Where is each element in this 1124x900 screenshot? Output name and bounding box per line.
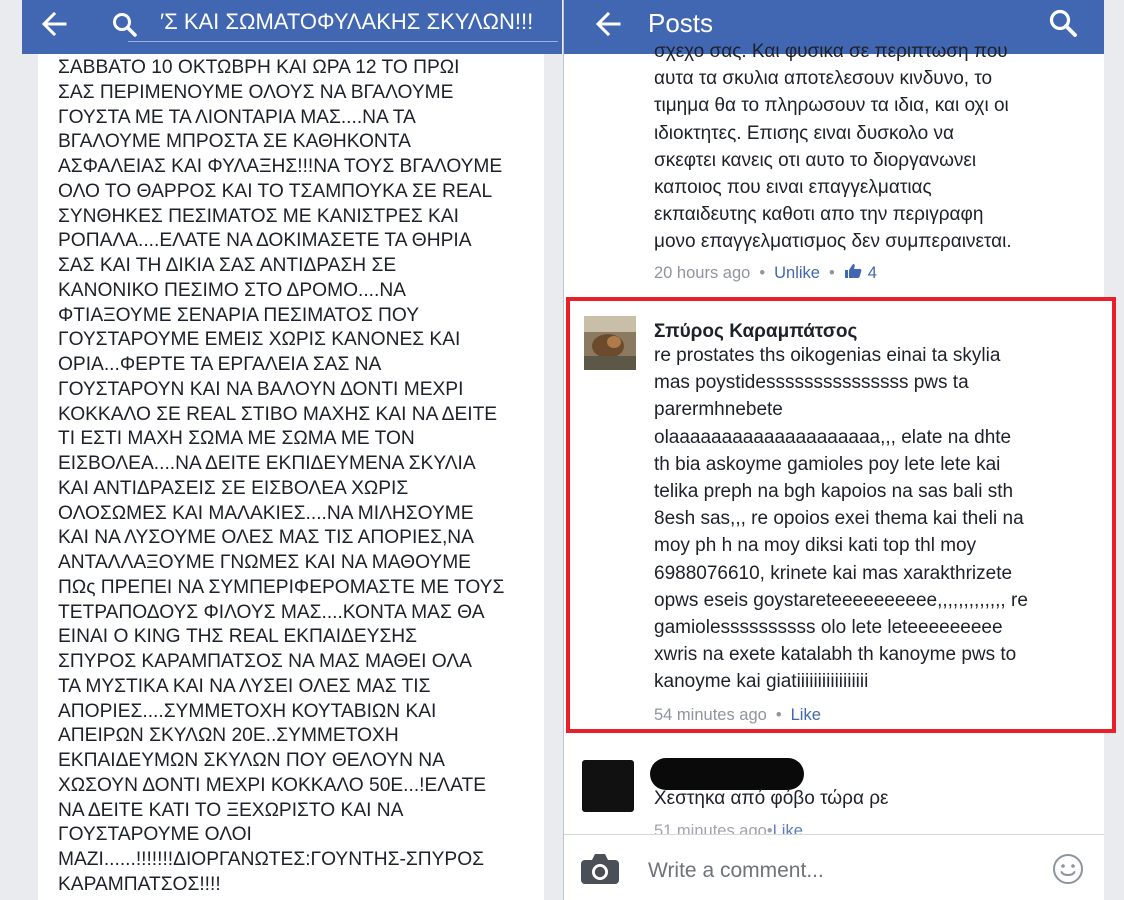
- text-line: ΑΣΦΑΛΕΙΑΣ ΚΑΙ ΦΥΛΑΞΗΣ!!!ΝΑ ΤΟΥΣ ΒΓΑΛΟΥΜΕ: [58, 156, 503, 177]
- camera-icon[interactable]: [580, 853, 620, 890]
- text-line: gamiolessssssssss olo lete leteeeeeeeee: [654, 617, 1003, 638]
- comment-composer: Write a comment...: [564, 834, 1104, 900]
- text-line: opws eseis goystareteeeeeeeeee,,,,,,,,,,…: [654, 589, 1028, 611]
- search-underline: [128, 41, 558, 42]
- like-link[interactable]: Like: [791, 706, 821, 724]
- text-line: mas poystidesssssssssssssss pws ta: [654, 372, 969, 394]
- text-line: ΚΑΡΑΜΠΑΤΣΟΣ!!!!: [58, 873, 221, 895]
- text-line: ΚΑΙ ΝΑ ΛΥΣΟΥΜΕ ΟΛΕΣ ΜΑΣ ΤΙΣ ΑΠΟΡΙΕΣ,ΝΑ: [58, 527, 474, 549]
- text-line: ΝΑ ΔΕΙΤΕ ΚΑΤΙ ΤΟ ΞΕΧΩΡΙΣΤΟ ΚΑΙ ΝΑ: [58, 799, 404, 821]
- text-line: ΡΟΠΑΛΑ....ΕΛΑΤΕ ΝΑ ΔΟΚΙΜΑΣΕΤΕ ΤΑ ΘΗΡΙΑ: [58, 230, 472, 252]
- text-line: ΑΝΤΑΛΛΑΞΟΥΜΕ ΓΝΩΜΕΣ ΚΑΙ ΝΑ ΜΑΘΟΥΜΕ: [58, 552, 471, 573]
- comment-2-time: 54 minutes ago: [654, 706, 767, 724]
- back-arrow-icon[interactable]: [594, 10, 622, 44]
- emoji-icon[interactable]: [1052, 853, 1084, 890]
- text-line: ΓΟΥΣΤΑΡΟΥΝ ΚΑΙ ΝΑ ΒΑΛΟΥΝ ΔΟΝΤΙ ΜΕΧΡΙ: [58, 378, 464, 400]
- text-line: καποιος που ειναι επαγγελματιας: [654, 177, 932, 198]
- text-line: ΜΑΖΙ......!!!!!!!ΔΙΟΡΓΑΝΩΤΕΣ:ΓΟΥΝΤΗΣ-ΣΠΥ…: [58, 849, 484, 870]
- text-line: telika preph na bgh kapoios na sas bali …: [654, 481, 1014, 502]
- thumbs-up-icon: [844, 264, 862, 278]
- text-line: moy ph h na moy diksi kati top thl moy: [654, 535, 977, 557]
- text-line: ΕΙΝΑΙ Ο KING ΤΗΣ REAL ΕΚΠΑΙΔΕΥΣΗΣ: [58, 626, 418, 648]
- text-line: ΓΟΥΣΤΑΡΟΥΜΕ ΟΛΟΙ: [58, 824, 252, 846]
- text-line: ΣΑΣ ΚΑΙ ΤΗ ΔΙΚΙΑ ΣΑΣ ΑΝΤΙΔΡΑΣΗ ΣΕ: [58, 255, 397, 276]
- right-screen: Posts σχεχο σας. Και φυσικα σε περιπτωση…: [564, 0, 1124, 900]
- text-line: 8esh sas,,, re opoios exei thema kai the…: [654, 508, 1024, 530]
- text-line: ΟΛΟΣΩΜΕΣ ΚΑΙ ΜΑΛΑΚΙΕΣ....ΝΑ ΜΙΛΗΣΟΥΜΕ: [58, 502, 474, 524]
- text-line: ΣΥΝΘΗΚΕΣ ΠΕΣΙΜΑΤΟΣ ΜΕ ΚΑΝΙΣΤΡΕΣ ΚΑΙ: [58, 205, 459, 227]
- comment-1-time: 20 hours ago: [654, 264, 751, 282]
- text-line: ΣΑΣ ΠΕΡΙΜΕΝΟΥΜΕ ΟΛΟΥΣ ΝΑ ΒΓΑΛΟΥΜΕ: [58, 81, 454, 103]
- text-line: ΠΩς ΠΡΕΠΕΙ ΝΑ ΣΥΜΠΕΡΙΦΕΡΟΜΑΣΤΕ ΜΕ ΤΟΥΣ: [58, 576, 505, 598]
- text-line: th bia askoyme gamioles poy lete lete ka…: [654, 453, 1001, 475]
- back-arrow-icon[interactable]: [40, 10, 68, 44]
- text-line: kanoyme kai giatiiiiiiiiiiiiiiiii: [654, 671, 869, 693]
- comment-2-meta: 54 minutes ago • Like: [654, 706, 821, 724]
- text-line: ΑΠΟΡΙΕΣ....ΣΥΜΜΕΤΟΧΗ ΚΟΥΤΑΒΙΩΝ ΚΑΙ: [58, 700, 437, 722]
- search-icon[interactable]: [1048, 8, 1078, 43]
- search-header: ′Σ ΚΑΙ ΣΩΜΑΤΟΦΥΛΑΚΗΣ ΣΚΥΛΩΝ!!!: [22, 0, 562, 54]
- text-line: ΚΟΚΚΑΛΟ ΣΕ REAL ΣΤΙΒΟ ΜΑΧΗΣ ΚΑΙ ΝΑ ΔΕΙΤΕ: [58, 403, 498, 425]
- text-line: ΦΤΙΑΞΟΥΜΕ ΣΕΝΑΡΙΑ ΠΕΣΙΜΑΤΟΣ ΠΟΥ: [58, 304, 420, 326]
- text-line: ΤΑ ΜΥΣΤΙΚΑ ΚΑΙ ΝΑ ΛΥΣΕΙ ΟΛΕΣ ΜΑΣ ΤΙΣ: [58, 675, 431, 697]
- search-icon[interactable]: [112, 12, 138, 43]
- text-line: ΣΑΒΒΑΤΟ 10 ΟΚΤΩΒΡΗ ΚΑΙ ΩΡΑ 12 ΤΟ ΠΡΩΙ: [58, 57, 460, 78]
- text-line: ΓΟΥΣΤΑ ΜΕ ΤΑ ΛΙΟΝΤΑΡΙΑ ΜΑΣ....ΝΑ ΤΑ: [58, 106, 416, 128]
- text-line: ΕΙΣΒΟΛΕΑ....ΝΑ ΔΕΙΤΕ ΕΚΠΙΔΕΥΜΕΝΑ ΣΚΥΛΙΑ: [58, 453, 476, 474]
- text-line: 6988076610, krinete kai mas xarakthrizet…: [654, 562, 1013, 584]
- text-line: ΓΟΥΣΤΑΡΟΥΜΕ ΕΜΕΙΣ ΧΩΡΙΣ ΚΑΝΟΝΕΣ ΚΑΙ: [58, 329, 461, 351]
- text-line: ΧΩΣΟΥΝ ΔΟΝΤΙ ΜΕΧΡΙ ΚΟΚΚΑΛΟ 50Ε...!ΕΛΑΤΕ: [58, 774, 487, 796]
- text-line: αυτα τα σκυλια αποτελεσουν κινδυνο, το: [654, 68, 993, 90]
- page-title: Posts: [648, 8, 714, 38]
- text-line: μονο επαγγελματισμος δεν συμπεραινεται.: [654, 231, 1012, 253]
- text-line: ΟΛΟ ΤΟ ΘΑΡΡΟΣ ΚΑΙ ΤΟ ΤΣΑΜΠΟΥΚΑ ΣΕ REAL: [58, 180, 493, 202]
- text-line: τιμημα θα το πληρωσουν τα ιδια, και οχι …: [654, 95, 1009, 117]
- text-line: ΑΠΕΙΡΩΝ ΣΚΥΛΩΝ 20Ε..ΣΥΜΜΕΤΟΧΗ: [58, 725, 399, 747]
- text-line: olaaaaaaaaaaaaaaaaaaaa,,, elate na dhte: [654, 426, 1012, 448]
- text-line: xwris na exete katalabh th kanoyme pws t…: [654, 644, 1017, 666]
- text-line: re prostates ths oikogenias einai ta sky…: [654, 345, 1001, 366]
- text-line: parermhnebete: [654, 399, 783, 421]
- text-line: ΤΕΤΡΑΠΟΔΟΥΣ ΦΙΛΟΥΣ ΜΑΣ....ΚΟΝΤΑ ΜΑΣ ΘΑ: [58, 601, 485, 623]
- comment-input[interactable]: Write a comment...: [648, 859, 824, 883]
- text-line: ΚΑΙ ΑΝΤΙΔΡΑΣΕΙΣ ΣΕ ΕΙΣΒΟΛΕΑ ΧΩΡΙΣ: [58, 477, 409, 499]
- comment-1-meta: 20 hours ago • Unlike • 4: [654, 264, 877, 282]
- search-input[interactable]: ′Σ ΚΑΙ ΣΩΜΑΤΟΦΥΛΑΚΗΣ ΣΚΥΛΩΝ!!!: [160, 9, 533, 35]
- text-line: ΣΠΥΡΟΣ ΚΑΡΑΜΠΑΤΣΟΣ ΝΑ ΜΑΣ ΜΑΘΕΙ ΟΛΑ: [58, 651, 472, 672]
- left-screen: ′Σ ΚΑΙ ΣΩΜΑΤΟΦΥΛΑΚΗΣ ΣΚΥΛΩΝ!!! ΣΑΒΒΑΤΟ 1…: [0, 0, 563, 900]
- text-line: ΒΓΑΛΟΥΜΕ ΜΠΡΟΣΤΑ ΣΕ ΚΑΘΗΚΟΝΤΑ: [58, 131, 411, 153]
- text-line: ΕΚΠΑΙΔΕΥΜΩΝ ΣΚΥΛΩΝ ΠΟΥ ΘΕΛΟΥΝ ΝΑ: [58, 750, 445, 771]
- avatar[interactable]: [582, 760, 634, 812]
- comment-3-text: Χεστηκα από φόβο τώρα ρε: [654, 788, 889, 809]
- comment-author[interactable]: Σπύρος Καραμπάτσος: [654, 321, 857, 343]
- redacted-name: [650, 758, 804, 790]
- text-line: ΤΙ ΕΣΤΙ ΜΑΧΗ ΣΩΜΑ ΜΕ ΣΩΜΑ ΜΕ ΤΟΝ: [58, 428, 415, 450]
- like-count[interactable]: 4: [844, 264, 877, 282]
- text-line: ΟΡΙΑ...ΦΕΡΤΕ ΤΑ ΕΡΓΑΛΕΙΑ ΣΑΣ ΝΑ: [58, 354, 382, 375]
- text-line: ιδιοκτητες. Επισης ειναι δυσκολο να: [654, 122, 954, 144]
- avatar[interactable]: [584, 316, 636, 370]
- text-line: σκεφτει κανεις οτι αυτο το διοργανωνει: [654, 149, 977, 171]
- text-line: εκπαιδευτης καθοτι απο την περιγραφη: [654, 204, 984, 226]
- text-line: ΚΑΝΟΝΙΚΟ ΠΕΣΙΜΟ ΣΤΟ ΔΡΟΜΟ....ΝΑ: [58, 279, 406, 301]
- unlike-link[interactable]: Unlike: [774, 264, 820, 282]
- text-line: σχεχο σας. Και φυσικα σε περιπτωση που: [654, 41, 1008, 62]
